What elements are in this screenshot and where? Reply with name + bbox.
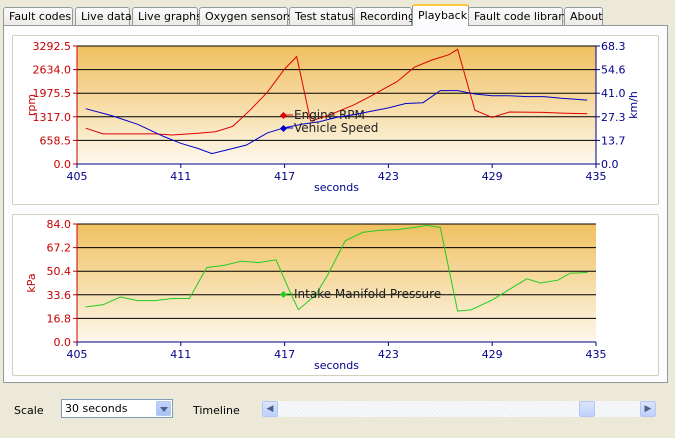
- scale-dropdown-value: 30 seconds: [65, 402, 128, 415]
- plot-area: [77, 224, 596, 342]
- legend-label: Intake Manifold Pressure: [294, 287, 441, 301]
- y-axis-title: kPa: [25, 273, 38, 292]
- timeline-scrollbar[interactable]: ◀ ▶: [262, 401, 656, 417]
- scale-label: Scale: [14, 404, 44, 417]
- y-tick-label: 67.2: [47, 242, 72, 255]
- timeline-label: Timeline: [193, 404, 240, 417]
- scroll-right-button[interactable]: ▶: [640, 401, 656, 417]
- x-tick-label: 417: [274, 348, 295, 361]
- tab-playback[interactable]: Playback: [412, 4, 469, 26]
- dropdown-arrow-icon[interactable]: [156, 401, 171, 416]
- x-tick-label: 435: [586, 348, 607, 361]
- intake-pressure-chart: 0.016.833.650.467.284.0405 411 417 423 429 43…: [25, 218, 607, 372]
- chevron-right-icon: ▶: [644, 404, 652, 414]
- y-tick-label: 16.8: [47, 312, 72, 325]
- y-tick-label: 33.6: [47, 289, 72, 302]
- y-tick-label: 50.4: [47, 265, 72, 278]
- x-axis-title: seconds: [314, 359, 359, 372]
- y-tick-label: 84.0: [47, 218, 72, 231]
- x-tick-label: 411: [170, 348, 191, 361]
- x-tick-label: 405: [67, 348, 88, 361]
- x-tick-label: 429: [482, 348, 503, 361]
- scroll-left-button[interactable]: ◀: [262, 401, 278, 417]
- timeline-scroll-thumb[interactable]: [579, 401, 596, 417]
- scale-dropdown[interactable]: 30 seconds: [61, 399, 173, 418]
- chevron-left-icon: ◀: [266, 404, 274, 414]
- x-tick-label: 423: [378, 348, 399, 361]
